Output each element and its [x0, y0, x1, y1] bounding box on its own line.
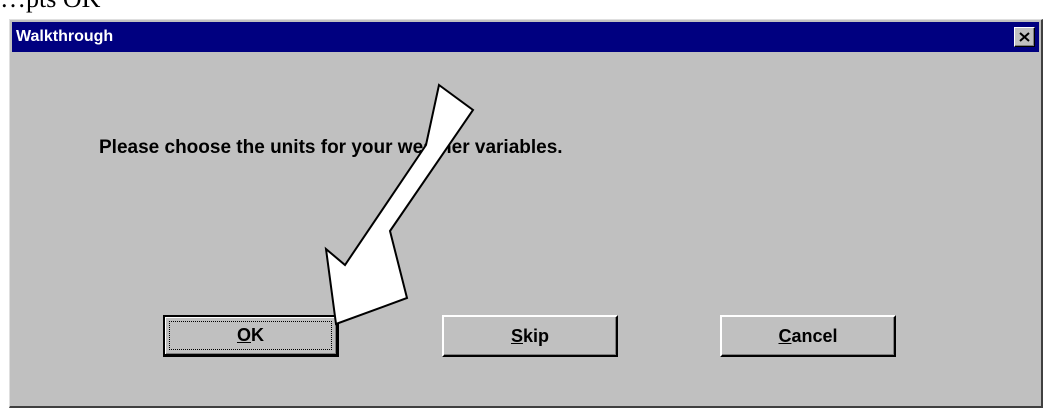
skip-button-label: Skip [510, 325, 550, 346]
walkthrough-dialog: Walkthrough Please choose the units for … [9, 19, 1043, 408]
ok-button-label: OK [236, 325, 264, 345]
close-icon [1019, 32, 1030, 42]
document-fragment-text: …pts OK [0, 0, 100, 12]
skip-button[interactable]: Skip [442, 315, 618, 357]
page: …pts OK Walkthrough Please choose the un… [0, 0, 1046, 410]
cancel-button-label: Cancel [778, 325, 838, 346]
close-button[interactable] [1014, 27, 1035, 47]
title-bar[interactable]: Walkthrough [12, 22, 1039, 52]
ok-button[interactable]: OK [163, 315, 339, 357]
window-title: Walkthrough [16, 28, 114, 45]
cancel-button[interactable]: Cancel [720, 315, 896, 357]
dialog-message: Please choose the units for your weather… [99, 137, 563, 158]
